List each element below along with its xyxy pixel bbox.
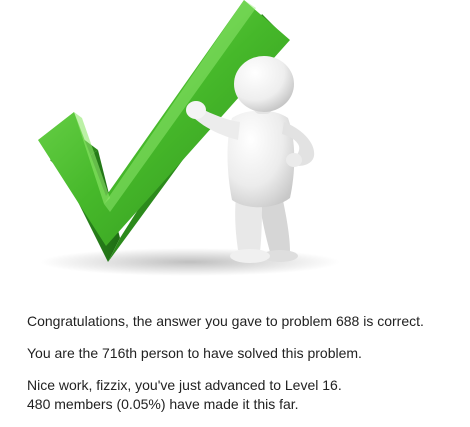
success-illustration	[0, 0, 470, 290]
correct-answer-text: Congratulations, the answer you gave to …	[27, 313, 424, 329]
level-up-text: Nice work, fizzix, you've just advanced …	[27, 377, 342, 393]
level-up-block: Nice work, fizzix, you've just advanced …	[27, 376, 463, 414]
result-message: Congratulations, the answer you gave to …	[27, 312, 463, 427]
ground-shadow	[40, 248, 340, 276]
members-count-text: 480 members (0.05%) have made it this fa…	[27, 396, 299, 412]
solver-rank-text: You are the 716th person to have solved …	[27, 345, 362, 361]
